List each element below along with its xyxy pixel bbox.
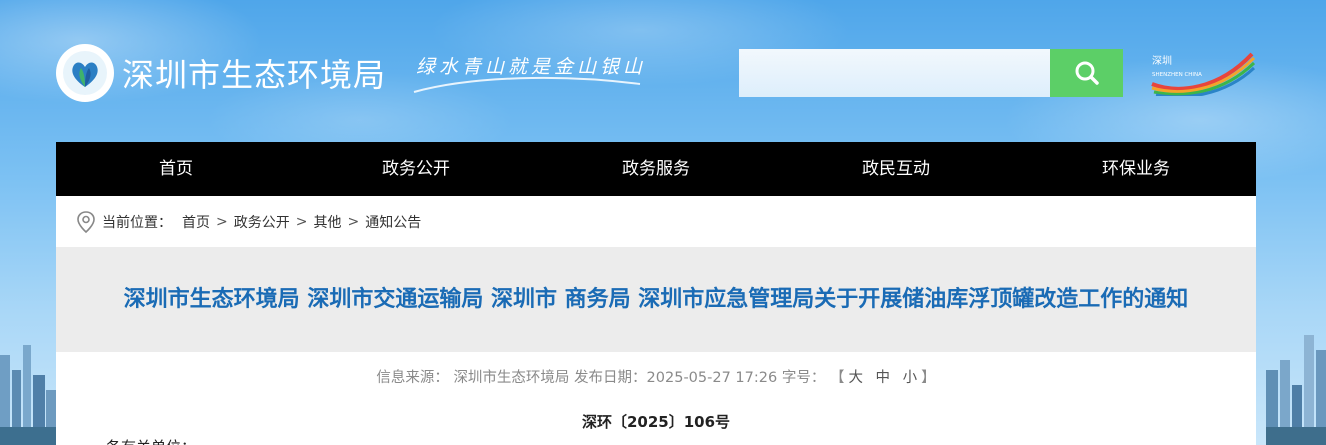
site-name: 深圳市生态环境局	[122, 56, 387, 94]
site-logo[interactable]: 深圳市生态环境局	[56, 44, 386, 102]
source-value: 深圳市生态环境局	[453, 370, 570, 386]
slogan-swoosh-icon	[413, 76, 641, 93]
source-label: 信息来源：	[376, 370, 449, 386]
date-value: 2025-05-27 17:26	[646, 370, 778, 386]
svg-text:深圳: 深圳	[1152, 55, 1172, 67]
fontsize-label: 字号：	[781, 370, 826, 386]
breadcrumb: 当前位置： 首页 > 政务公开 > 其他 > 通知公告	[56, 196, 1256, 247]
article-meta: 信息来源： 深圳市生态环境局 发布日期：2025-05-27 17:26 字号：…	[56, 366, 1256, 387]
breadcrumb-government-affairs[interactable]: 政务公开	[234, 212, 290, 232]
nav-government-affairs-disclosure[interactable]: 政务公开	[296, 142, 536, 196]
article-title: 深圳市生态环境局 深圳市交通运输局 深圳市 商务局 深圳市应急管理局关于开展储油…	[123, 287, 1189, 312]
breadcrumb-home[interactable]: 首页	[182, 212, 210, 232]
nav-home[interactable]: 首页	[56, 142, 296, 196]
fontsize-bracket-open: 【	[829, 370, 845, 386]
svg-text:SHENZHEN CHINA: SHENZHEN CHINA	[1152, 72, 1202, 78]
date-label: 发布日期：	[574, 370, 647, 386]
search-icon	[1075, 61, 1099, 85]
breadcrumb-separator: >	[295, 213, 308, 230]
breadcrumb-separator: >	[216, 213, 228, 230]
breadcrumb-label: 当前位置：	[102, 214, 172, 231]
breadcrumb-notices[interactable]: 通知公告	[365, 212, 421, 232]
city-skyline-right	[1266, 335, 1326, 445]
fontsize-medium-button[interactable]: 中	[872, 370, 895, 386]
title-band: 深圳市生态环境局 深圳市交通运输局 深圳市 商务局 深圳市应急管理局关于开展储油…	[56, 247, 1256, 352]
breadcrumb-separator: >	[347, 213, 360, 230]
main-nav: 首页 政务公开 政务服务 政民互动 环保业务	[56, 142, 1256, 196]
search-box	[739, 49, 1123, 97]
breadcrumb-other[interactable]: 其他	[313, 212, 341, 232]
document-number: 深环〔2025〕106号	[581, 413, 731, 431]
search-input[interactable]	[739, 49, 1050, 97]
city-skyline-left	[0, 345, 60, 445]
search-button[interactable]	[1050, 49, 1123, 97]
fontsize-bracket-close: 】	[921, 370, 936, 386]
addressee: 各有关单位：	[106, 436, 196, 445]
nav-environmental-business[interactable]: 环保业务	[1016, 142, 1256, 196]
eco-bureau-emblem-icon	[56, 44, 114, 102]
fontsize-small-button[interactable]: 小	[899, 370, 922, 386]
content-panel: 当前位置： 首页 > 政务公开 > 其他 > 通知公告 深圳市生态环境局 深圳市…	[56, 196, 1256, 445]
fontsize-large-button[interactable]: 大	[844, 370, 867, 386]
shenzhen-city-logo[interactable]: 深圳 SHENZHEN CHINA	[1148, 50, 1256, 96]
location-pin-icon	[77, 210, 95, 233]
nav-government-services[interactable]: 政务服务	[536, 142, 776, 196]
nav-public-interaction[interactable]: 政民互动	[776, 142, 1016, 196]
